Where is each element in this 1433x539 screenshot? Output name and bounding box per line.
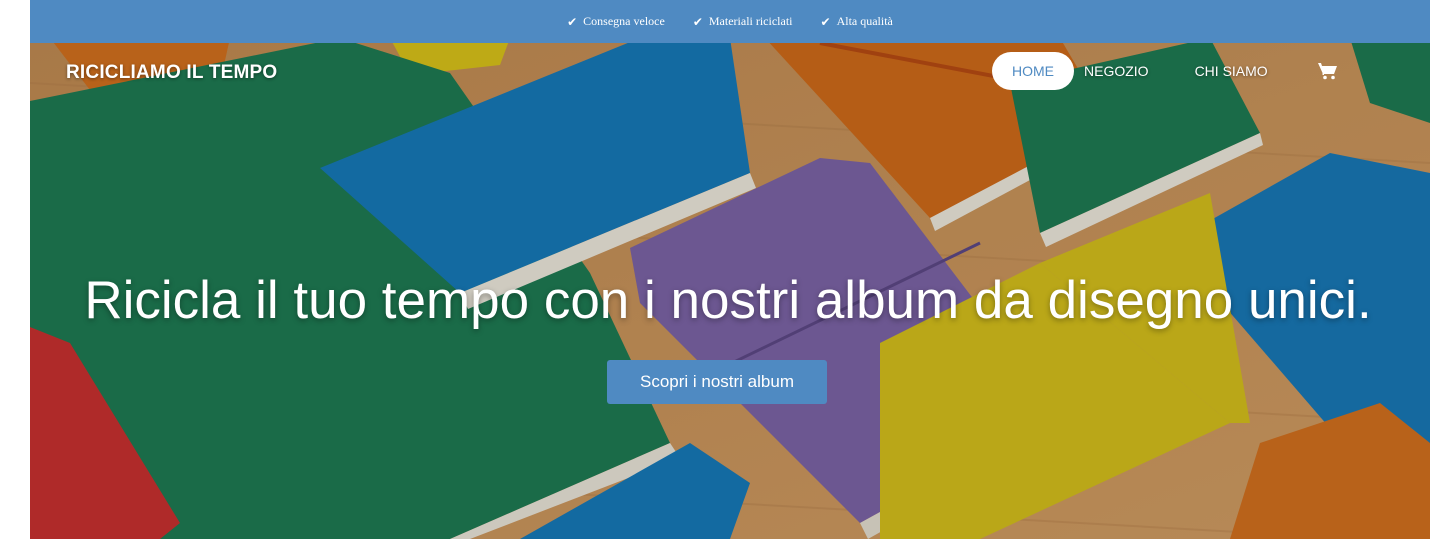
main-nav: HOME NEGOZIO CHI SIAMO <box>992 52 1340 90</box>
feature-item: ✔ Materiali riciclati <box>693 14 793 29</box>
discover-albums-button[interactable]: Scopri i nostri album <box>607 360 827 404</box>
feature-item: ✔ Alta qualità <box>821 14 893 29</box>
nav-item-home[interactable]: HOME <box>992 52 1074 90</box>
check-icon: ✔ <box>692 14 703 29</box>
feature-label: Alta qualità <box>836 14 893 28</box>
check-icon: ✔ <box>567 14 578 29</box>
nav-item-negozio[interactable]: NEGOZIO <box>1074 52 1171 90</box>
hero-headline: Ricicla il tuo tempo con i nostri album … <box>84 271 1372 330</box>
feature-item: ✔ Consegna veloce <box>567 14 665 29</box>
nav-item-chi-siamo[interactable]: CHI SIAMO <box>1171 52 1294 90</box>
site-brand[interactable]: RICICLIAMO IL TEMPO <box>66 62 277 84</box>
check-icon: ✔ <box>820 14 831 29</box>
features-bar: ✔ Consegna veloce ✔ Materiali riciclati … <box>30 0 1430 43</box>
cart-icon[interactable] <box>1317 61 1340 81</box>
feature-label: Consegna veloce <box>583 14 665 28</box>
page-frame: ✔ Consegna veloce ✔ Materiali riciclati … <box>30 0 1430 539</box>
feature-label: Materiali riciclati <box>708 14 793 28</box>
